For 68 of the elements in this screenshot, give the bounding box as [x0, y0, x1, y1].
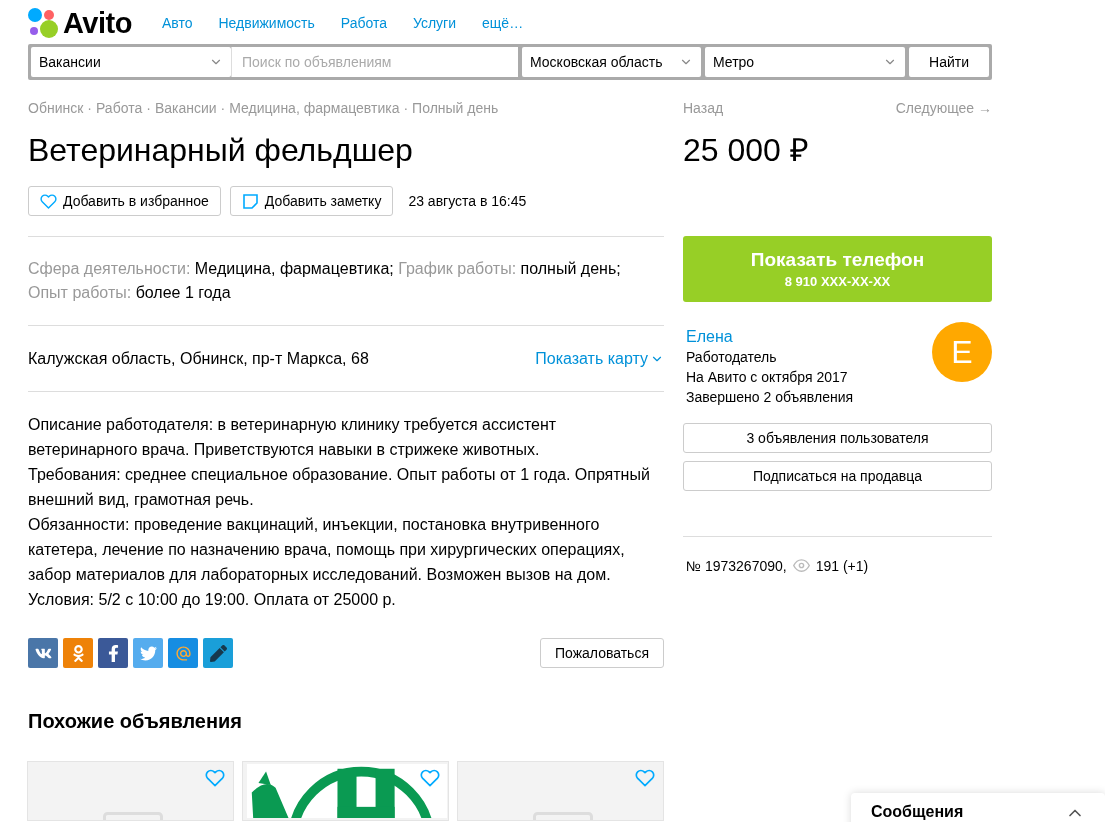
at-sign-icon — [174, 644, 192, 662]
nav-link[interactable]: Авто — [161, 15, 193, 31]
param-value: более 1 года — [135, 284, 231, 301]
messages-panel[interactable]: Сообщения — [851, 793, 1105, 822]
nav-link[interactable]: ещё… — [482, 15, 524, 31]
breadcrumb-separator: · — [87, 100, 92, 118]
region-select[interactable]: Московская область — [522, 47, 701, 77]
messages-title: Сообщения — [871, 803, 964, 822]
heart-icon — [635, 768, 655, 788]
param-value: Медицина, фармацевтика; — [194, 260, 394, 277]
address-text: Калужская область, Обнинск, пр-т Маркса, 68 — [28, 349, 369, 368]
bird-icon — [139, 644, 157, 662]
logo-text: Avito — [63, 6, 132, 40]
description-paragraph: Требования: среднее специальное образование. Опыт работы от 1 года. Опрятный внешний вид, грамотная речь. — [28, 465, 651, 510]
price-text: 25 000 ₽ — [683, 131, 810, 170]
share-button[interactable] — [203, 638, 233, 668]
logo-dots-icon — [28, 7, 59, 39]
breadcrumb-link[interactable]: Работа — [96, 100, 143, 120]
share-button[interactable] — [28, 638, 58, 668]
param-value: полный день; — [520, 260, 621, 277]
show-phone-button[interactable]: Показать телефон 8 910 XXX-XX-XX — [683, 236, 992, 302]
seller-since: На Авито с октября 2017 — [686, 368, 849, 387]
back-link[interactable]: Назад — [683, 100, 724, 120]
find-button[interactable]: Найти — [909, 47, 989, 77]
category-select[interactable]: Вакансии — [31, 47, 231, 77]
image-placeholder-icon — [103, 812, 163, 820]
ad-title: Ветеринарный фельдшер — [28, 131, 414, 170]
description-paragraph: Описание работодателя: в ветеринарную клинику требуется ассистент ветеринарного врача. Приветствуются навыки в стрижеке животных. — [28, 415, 558, 460]
seller-completed: Завершено 2 объявления — [686, 388, 854, 407]
metro-select[interactable]: Метро — [705, 47, 905, 77]
item-number: № 1973267090, — [686, 557, 787, 574]
nav-link[interactable]: Услуги — [413, 15, 457, 31]
breadcrumb-separator: · — [403, 100, 409, 118]
breadcrumb-link[interactable]: Обнинск — [28, 100, 84, 120]
heart-icon — [40, 192, 57, 210]
description-paragraph: Обязанности: проведение вакцинаций, инъекции, постановка внутривенного катетера, лечение по назначению врача, помощь при хирургических операциях, забор материалов для лабораторных исследований. Возможен вызов на дом. — [28, 515, 626, 585]
param-label: Опыт работы: — [28, 284, 132, 301]
heart-icon — [205, 768, 225, 788]
views-count: 191 (+1) — [815, 557, 869, 574]
avatar: Е — [932, 322, 992, 382]
eye-icon — [792, 557, 810, 574]
share-button[interactable] — [98, 638, 128, 668]
note-button[interactable]: Добавить заметку — [229, 186, 394, 216]
seller-button[interactable]: Подписаться на продавца — [683, 461, 992, 491]
pen-icon — [209, 644, 227, 662]
next-link[interactable]: Следующее → — [895, 100, 992, 120]
breadcrumb-separator: · — [220, 100, 226, 118]
complain-button[interactable]: Пожаловаться — [540, 638, 664, 668]
favorite-button[interactable]: Добавить в избранное — [28, 186, 221, 216]
date-text: 23 августа в 16:45 — [408, 193, 527, 209]
description-paragraph: Условия: 5/2 с 10:00 до 19:00. Оплата от 25000 р. — [28, 590, 397, 610]
seller-name-link[interactable]: Елена — [686, 327, 854, 347]
seller-button[interactable]: 3 объявления пользователя — [683, 423, 992, 453]
section-heading: Похожие объявления — [28, 710, 244, 734]
image-placeholder-icon — [533, 812, 593, 820]
show-map-link[interactable]: Показать карту — [535, 349, 664, 368]
nav-link[interactable]: Недвижимость — [218, 15, 315, 31]
breadcrumb-link[interactable]: Вакансии — [154, 100, 217, 120]
breadcrumb-link[interactable]: Полный день — [412, 100, 499, 120]
param-label: Сфера деятельности: — [28, 260, 191, 277]
heart-icon — [420, 768, 440, 788]
seller-role: Работодатель — [686, 348, 778, 367]
breadcrumb-separator: · — [146, 100, 151, 118]
note-icon — [241, 192, 259, 210]
search-field[interactable]: Поиск по объявлениям — [231, 47, 518, 77]
nav-link[interactable]: Работа — [340, 15, 387, 31]
breadcrumb-link[interactable]: Медицина, фармацевтика — [229, 100, 400, 120]
param-label: График работы: — [398, 260, 517, 277]
